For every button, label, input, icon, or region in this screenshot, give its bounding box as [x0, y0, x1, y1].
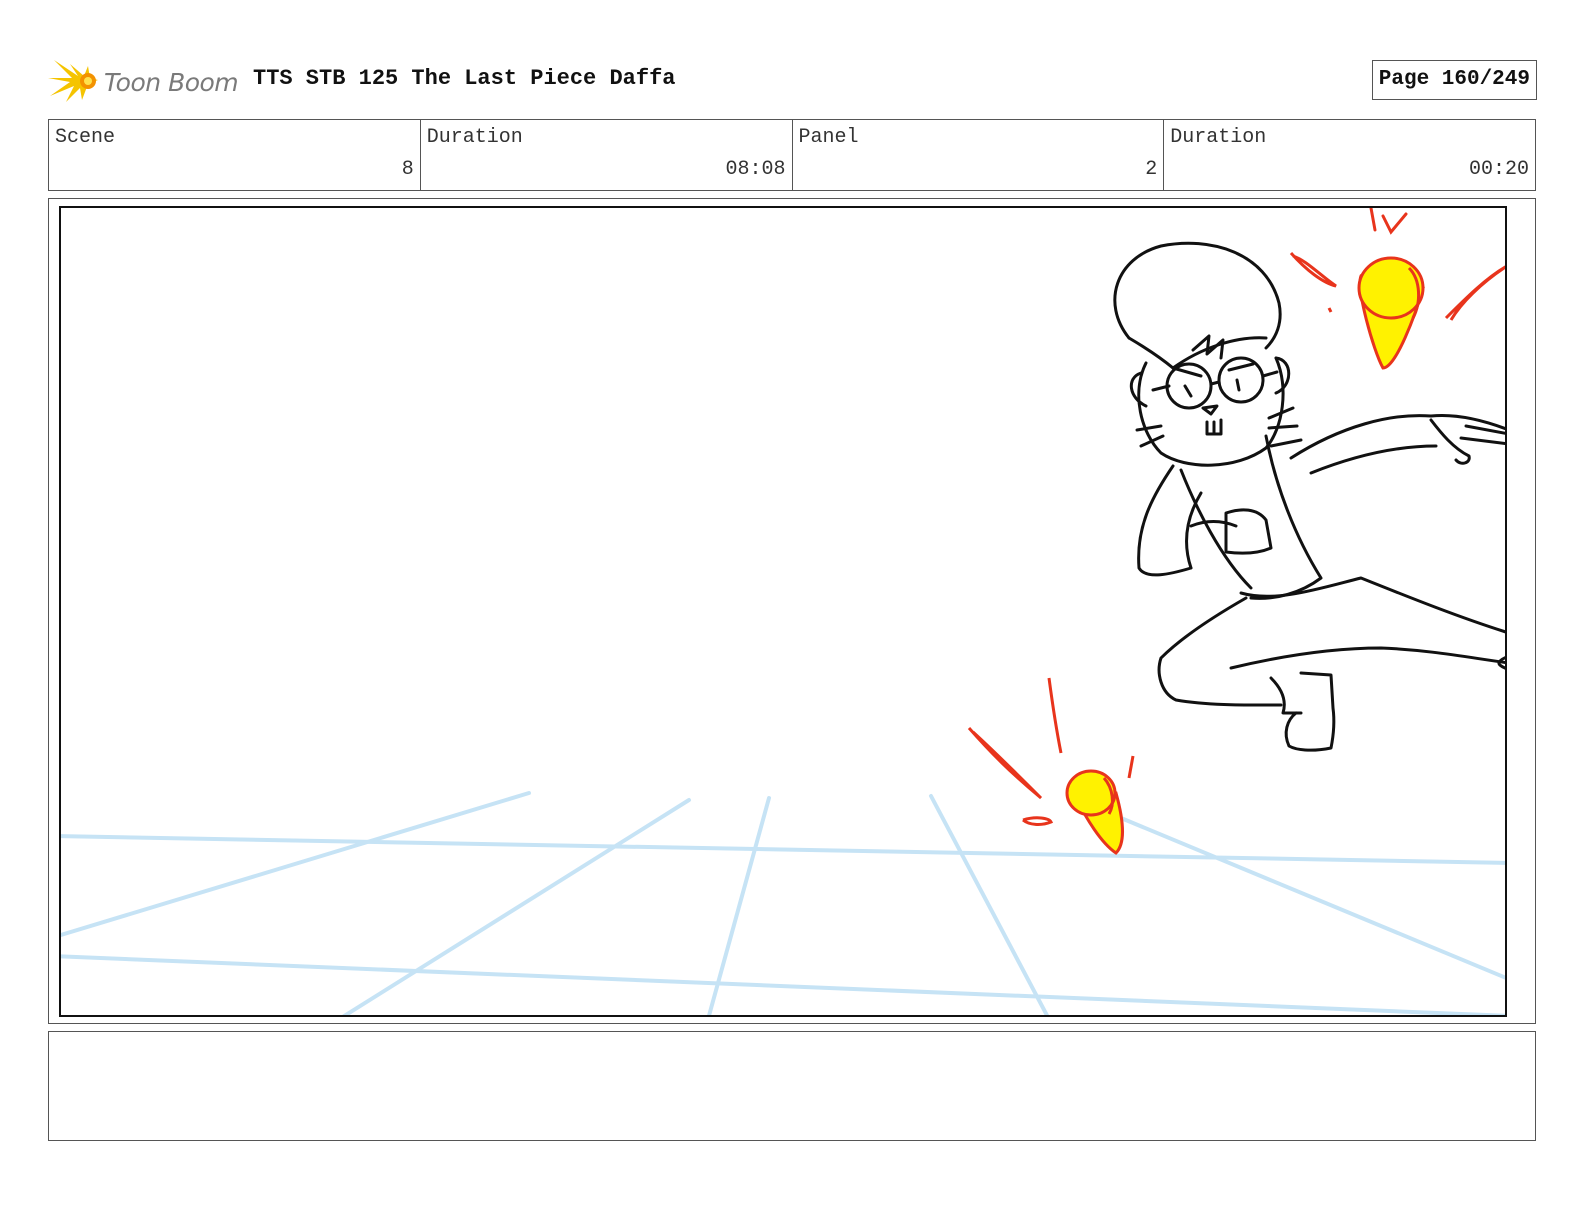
lower-spark-effect	[967, 677, 1135, 855]
storyboard-header: Toon Boom TTS STB 125 The Last Piece Daf…	[48, 52, 1537, 110]
scene-duration-cell: Duration 08:08	[421, 120, 793, 190]
panel-duration-value: 00:20	[1468, 158, 1529, 181]
storyboard-panel-drawing	[59, 206, 1507, 1017]
scene-label: Scene	[55, 126, 116, 149]
scene-duration-value: 08:08	[725, 158, 786, 181]
panel-value: 2	[1145, 158, 1158, 181]
scene-cell: Scene 8	[49, 120, 421, 190]
panel-duration-label: Duration	[1170, 126, 1267, 149]
scene-info-table: Scene 8 Duration 08:08 Panel 2 Duration …	[48, 119, 1536, 191]
scene-duration-label: Duration	[426, 126, 523, 149]
panel-label: Panel	[798, 126, 859, 149]
logo-text: Toon Boom	[104, 68, 239, 97]
document-title: TTS STB 125 The Last Piece Daffa	[253, 66, 676, 91]
panel-cell: Panel 2	[793, 120, 1165, 190]
panel-duration-cell: Duration 00:20	[1164, 120, 1535, 190]
floor-grid	[61, 791, 1505, 1015]
sketch-canvas	[61, 208, 1505, 1015]
scene-value: 8	[401, 158, 414, 181]
panel-notes-box[interactable]	[48, 1031, 1536, 1141]
panel-frame	[48, 198, 1536, 1024]
character-sketch	[1113, 241, 1505, 752]
toon-boom-logo: Toon Boom	[48, 56, 239, 108]
upper-spark-effect	[1289, 208, 1505, 370]
page-number: Page 160/249	[1371, 60, 1537, 100]
burst-icon	[48, 60, 98, 102]
